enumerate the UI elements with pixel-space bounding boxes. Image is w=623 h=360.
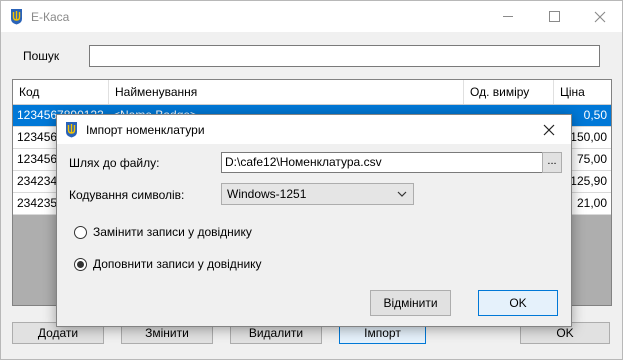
dialog-close-button[interactable]	[527, 115, 571, 144]
close-icon	[543, 124, 555, 135]
chevron-down-icon	[397, 191, 407, 197]
import-dialog: Імпорт номенклатури Шлях до файлу: D:\ca…	[56, 114, 572, 327]
maximize-icon	[548, 11, 560, 22]
column-header-code[interactable]: Код	[13, 80, 109, 104]
browse-button[interactable]: ...	[542, 152, 562, 173]
maximize-button[interactable]	[531, 1, 577, 32]
trident-icon	[66, 122, 77, 138]
title-bar[interactable]: E-Каса	[1, 1, 622, 32]
radio-append-label[interactable]: Доповнити записи у довіднику	[93, 257, 262, 271]
encoding-select[interactable]: Windows-1251	[221, 183, 414, 205]
window-title: E-Каса	[31, 10, 70, 24]
close-icon	[594, 11, 606, 22]
encoding-label: Кодування символів:	[69, 188, 185, 202]
column-header-unit[interactable]: Од. виміру	[464, 80, 554, 104]
grid-header: Код Найменування Од. виміру Ціна	[13, 80, 611, 105]
search-input[interactable]	[89, 45, 600, 67]
cancel-button[interactable]: Відмінити	[370, 290, 451, 316]
radio-selected-dot	[77, 261, 84, 268]
encoding-value: Windows-1251	[227, 187, 307, 201]
column-header-price[interactable]: Ціна	[554, 80, 611, 104]
dialog-ok-button[interactable]: OK	[478, 290, 558, 316]
path-label: Шлях до файлу:	[69, 156, 160, 170]
search-label: Пошук	[23, 49, 60, 63]
radio-append[interactable]	[74, 258, 87, 271]
dialog-title: Імпорт номенклатури	[86, 123, 205, 137]
minimize-button[interactable]	[485, 1, 531, 32]
minimize-icon	[503, 16, 513, 17]
column-header-name[interactable]: Найменування	[109, 80, 464, 104]
radio-replace[interactable]	[74, 226, 87, 239]
close-button[interactable]	[577, 1, 623, 32]
radio-replace-label[interactable]: Замінити записи у довіднику	[93, 225, 252, 239]
path-input[interactable]: D:\cafe12\Номенклатура.csv	[221, 152, 544, 173]
dialog-title-bar[interactable]: Імпорт номенклатури	[57, 115, 571, 144]
trident-icon	[11, 9, 22, 25]
